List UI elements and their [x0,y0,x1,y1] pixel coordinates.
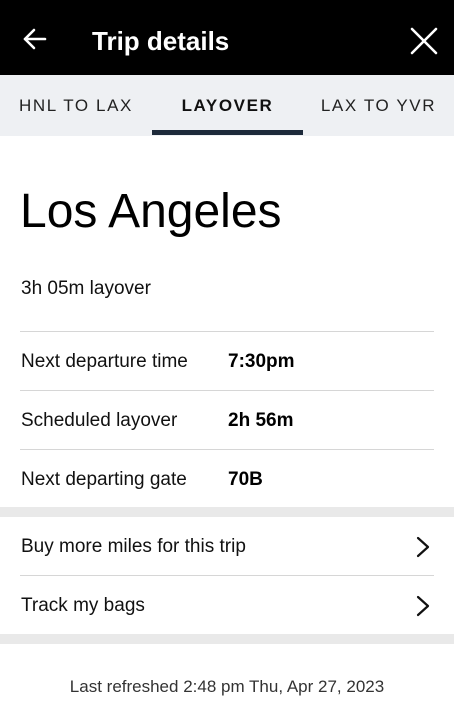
app-header: Trip details [0,0,454,75]
divider [20,449,434,450]
track-bags-link[interactable]: Track my bags [0,577,454,635]
section-separator [0,634,454,644]
back-arrow-icon[interactable] [22,26,48,52]
scheduled-layover-label: Scheduled layover [21,410,178,431]
divider [20,331,434,332]
next-departing-gate-label: Next departing gate [21,469,187,490]
last-refreshed-text: Last refreshed 2:48 pm Thu, Apr 27, 2023 [69,677,385,696]
divider [20,575,434,576]
buy-miles-label: Buy more miles for this trip [21,536,246,557]
page-title: Trip details [92,26,230,56]
tab-lax-to-yvr[interactable]: LAX TO YVR [303,75,454,136]
section-separator [0,507,454,517]
active-tab-indicator [152,130,303,135]
next-departure-time-label: Next departure time [21,351,188,372]
layover-city: Los Angeles [20,185,282,238]
track-bags-label: Track my bags [21,595,145,616]
layover-duration: 3h 05m layover [21,278,151,299]
chevron-right-icon [416,536,430,558]
close-icon[interactable] [410,27,438,55]
buy-miles-link[interactable]: Buy more miles for this trip [0,518,454,576]
scheduled-layover-value: 2h 56m [228,410,294,431]
trip-segment-tabs: HNL TO LAX LAYOVER LAX TO YVR [0,75,454,136]
next-departure-time-value: 7:30pm [228,351,295,372]
tab-hnl-to-lax[interactable]: HNL TO LAX [0,75,152,136]
tab-layover[interactable]: LAYOVER [152,75,303,136]
next-departing-gate-value: 70B [228,469,263,490]
divider [20,390,434,391]
chevron-right-icon [416,595,430,617]
